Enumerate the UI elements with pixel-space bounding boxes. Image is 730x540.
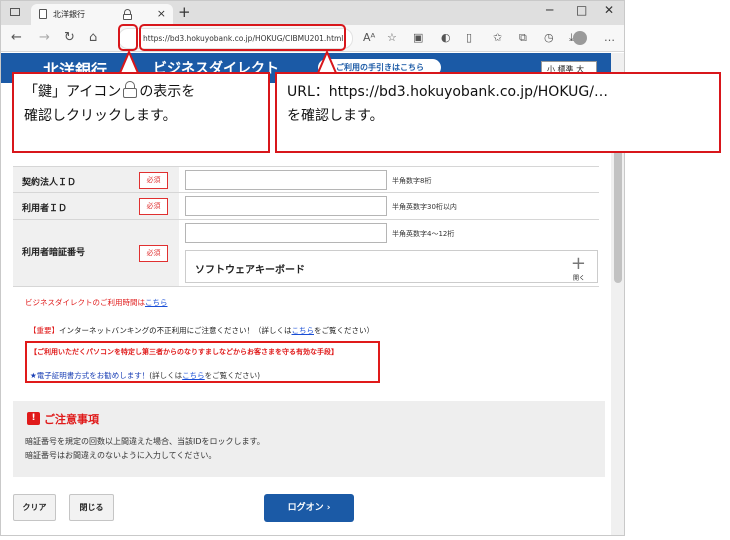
url-callout-line-1: URL：https://bd3.hokuyobank.co.jp/HOKUG/… xyxy=(287,84,608,100)
software-keyboard-button[interactable]: ソフトウェアキーボード + 開く xyxy=(185,250,598,283)
split-screen-icon[interactable]: ▣ xyxy=(413,31,423,44)
lock-highlight xyxy=(118,24,138,51)
lock-icon xyxy=(123,81,138,98)
tab-actions-icon[interactable] xyxy=(10,8,20,16)
browser-essentials-icon[interactable]: ▯ xyxy=(466,31,472,44)
caution-line-1: 暗証番号を規定の回数以上間違えた場合、当該IDをロックします。 xyxy=(25,437,265,446)
password-input[interactable] xyxy=(185,223,387,243)
favorite-star-icon[interactable]: ☆ xyxy=(387,31,397,44)
lock-callout: 「鍵」アイコン の表示を 確認しクリックします。 xyxy=(12,72,270,153)
important-link[interactable]: こちら xyxy=(292,326,315,335)
cert-link[interactable]: こちら xyxy=(182,371,205,380)
home-icon[interactable]: ⌂ xyxy=(89,30,97,45)
cert-notice: ★電子証明書方式をお勧めします！(詳しくはこちらをご覧ください) xyxy=(30,371,261,380)
url-callout-line-2: を確認します。 xyxy=(287,108,384,124)
profile-avatar[interactable] xyxy=(573,31,587,45)
user-id-row: 利用者ＩＤ 必須 半角英数字30桁以内 xyxy=(13,193,599,220)
contract-id-hint: 半角数字8桁 xyxy=(392,177,432,185)
back-icon[interactable]: ← xyxy=(11,30,22,45)
caution-panel: ! ご注意事項 暗証番号を規定の回数以上間違えた場合、当該IDをロックします。 … xyxy=(13,401,605,477)
tab-title: 北洋銀行 xyxy=(53,10,85,19)
password-row: 利用者暗証番号 必須 半角英数字4～12桁 ソフトウェアキーボード + 開く xyxy=(13,220,599,287)
minimize-icon[interactable]: ─ xyxy=(546,3,553,17)
user-id-input[interactable] xyxy=(185,196,387,216)
lock-callout-line-2: 確認しクリックします。 xyxy=(24,108,177,124)
fraud-heading: 【ご利用いただくパソコンを特定し第三者からのなりすましなどからお客さまを守る有効… xyxy=(30,348,338,356)
contract-id-row: 契約法人ＩＤ 必須 半角数字8桁 xyxy=(13,166,599,193)
help-link-label: ご利用の手引きはこちら xyxy=(336,63,424,72)
reload-icon[interactable]: ↻ xyxy=(64,30,75,45)
lock-callout-line-1: 「鍵」アイコン の表示を xyxy=(24,80,258,104)
important-notice: 【重要】インターネットバンキングの不正利用にご注意ください！（詳しくはこちらをご… xyxy=(29,326,374,335)
more-icon[interactable]: … xyxy=(604,31,615,44)
forward-icon[interactable]: → xyxy=(39,30,50,45)
tab-hokuyo[interactable]: 北洋銀行 × xyxy=(31,4,173,25)
hours-link[interactable]: こちら xyxy=(145,298,168,307)
page-icon xyxy=(39,9,47,19)
required-badge: 必須 xyxy=(139,198,168,215)
plus-icon: + xyxy=(570,253,586,274)
collections-icon[interactable]: ⧉ xyxy=(519,31,527,45)
hours-notice: ビジネスダイレクトのご利用時間はこちら xyxy=(25,298,168,307)
url-callout: URL：https://bd3.hokuyobank.co.jp/HOKUG/…… xyxy=(275,72,721,153)
close-tab-icon[interactable]: × xyxy=(157,7,166,20)
clear-button[interactable]: クリア xyxy=(13,494,56,521)
close-window-icon[interactable]: ✕ xyxy=(604,3,614,17)
caution-line-2: 暗証番号はお間違えのないように入力してください。 xyxy=(25,451,217,460)
history-icon[interactable]: ◷ xyxy=(544,31,554,44)
logon-button[interactable]: ログオン › xyxy=(264,494,354,522)
read-aloud-icon[interactable]: Aᴬ xyxy=(363,31,375,44)
user-id-hint: 半角英数字30桁以内 xyxy=(392,203,457,211)
new-tab-icon[interactable]: + xyxy=(178,3,191,21)
caution-heading: ご注意事項 xyxy=(44,413,99,426)
title-bar: 北洋銀行 × + ─ □ ✕ xyxy=(1,1,624,25)
lock-icon[interactable] xyxy=(123,9,132,20)
required-badge: 必須 xyxy=(139,245,168,262)
password-hint: 半角英数字4～12桁 xyxy=(392,230,455,238)
required-badge: 必須 xyxy=(139,172,168,189)
extension-icon[interactable]: ◐ xyxy=(441,31,451,44)
url-highlight xyxy=(139,24,346,51)
close-button[interactable]: 閉じる xyxy=(69,494,114,521)
warning-icon: ! xyxy=(27,412,40,425)
keyboard-open-label: 開く xyxy=(572,275,585,282)
software-keyboard-label: ソフトウェアキーボード xyxy=(195,265,305,276)
contract-id-input[interactable] xyxy=(185,170,387,190)
favorites-icon[interactable]: ✩ xyxy=(493,31,502,44)
maximize-icon[interactable]: □ xyxy=(576,3,587,17)
